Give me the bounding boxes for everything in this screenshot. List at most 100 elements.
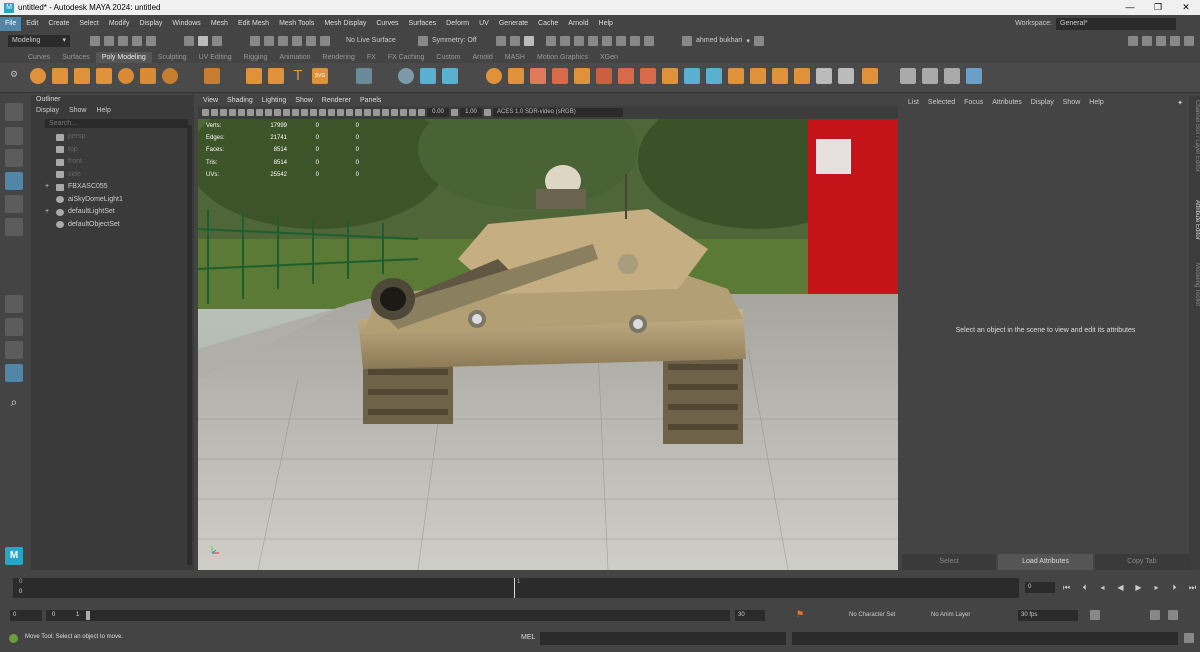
shelf-tab-curves[interactable]: Curves: [22, 52, 56, 63]
close-button[interactable]: ✕: [1172, 2, 1200, 13]
shadows-icon[interactable]: [337, 109, 344, 116]
anim-layer-dropdown[interactable]: No Anim Layer: [931, 612, 970, 618]
menu-arnold[interactable]: Arnold: [563, 17, 593, 31]
viewport-menu-view[interactable]: View: [203, 96, 218, 106]
menu-help[interactable]: Help: [594, 17, 618, 31]
bevel-icon[interactable]: [640, 68, 656, 84]
modeling-toolkit-icon[interactable]: [1142, 35, 1152, 46]
viewport-menu-renderer[interactable]: Renderer: [322, 96, 351, 106]
minimize-button[interactable]: —: [1116, 2, 1144, 13]
character-set-dropdown[interactable]: No Character Set: [849, 612, 895, 618]
target-weld-icon[interactable]: [684, 68, 700, 84]
field-chart-icon[interactable]: [274, 109, 281, 116]
smooth-shade-icon[interactable]: [310, 109, 317, 116]
textured-icon[interactable]: [319, 109, 326, 116]
soft-select-icon[interactable]: [966, 68, 982, 84]
gate-mask-icon[interactable]: [265, 109, 272, 116]
rotate-tool-icon[interactable]: [5, 195, 23, 213]
play-forward-icon[interactable]: ▶: [1134, 583, 1143, 592]
circularize-icon[interactable]: [838, 68, 854, 84]
outliner-menu-display[interactable]: Display: [36, 105, 59, 116]
menu-edit-mesh[interactable]: Edit Mesh: [233, 17, 274, 31]
multi-cut-icon[interactable]: [596, 68, 612, 84]
menu-file[interactable]: File: [0, 16, 22, 31]
attribute-editor-icon[interactable]: [1156, 35, 1166, 46]
render-setup-icon[interactable]: [602, 35, 612, 46]
arnold-render-icon[interactable]: [644, 35, 654, 46]
menu-surfaces[interactable]: Surfaces: [404, 17, 442, 31]
shelf-tab-rendering[interactable]: Rendering: [317, 52, 361, 63]
select-hierarchy-icon[interactable]: [184, 35, 194, 46]
command-input[interactable]: [540, 632, 786, 645]
connect-icon[interactable]: [706, 68, 722, 84]
ambient-occlusion-icon[interactable]: [346, 109, 353, 116]
sweep-mesh-icon[interactable]: [268, 68, 284, 84]
menu-windows[interactable]: Windows: [167, 17, 205, 31]
outliner-item-persp[interactable]: persp: [31, 131, 194, 144]
quad-draw-icon[interactable]: [862, 68, 878, 84]
backface-culling-icon[interactable]: [409, 109, 416, 116]
menu-set-dropdown[interactable]: Modeling ▾: [8, 34, 70, 47]
light-editor-icon[interactable]: [616, 35, 626, 46]
menu-cache[interactable]: Cache: [533, 17, 563, 31]
settings-gear-icon[interactable]: [753, 35, 764, 46]
outliner-item-fbxasc055[interactable]: + FBXASC055: [31, 181, 194, 194]
workspace-toolbar-icon[interactable]: [1128, 35, 1138, 46]
tab-attribute-editor[interactable]: Attribute Editor: [1190, 200, 1200, 240]
current-time-indicator[interactable]: [514, 578, 515, 598]
select-component-icon[interactable]: [212, 35, 222, 46]
menu-uv[interactable]: UV: [474, 17, 494, 31]
menu-mesh-display[interactable]: Mesh Display: [319, 17, 371, 31]
menu-generate[interactable]: Generate: [494, 17, 533, 31]
viewport-menu-lighting[interactable]: Lighting: [262, 96, 287, 106]
use-all-lights-icon[interactable]: [328, 109, 335, 116]
poly-cylinder-icon[interactable]: [74, 68, 90, 84]
gamma-field[interactable]: 1.00: [460, 108, 482, 117]
move-tool-icon[interactable]: [5, 172, 23, 190]
outliner-item-top[interactable]: top: [31, 144, 194, 157]
motion-blur-icon[interactable]: [355, 109, 362, 116]
search-icon[interactable]: ⌕: [5, 393, 23, 411]
shelf-tab-fx[interactable]: FX: [361, 52, 382, 63]
menu-curves[interactable]: Curves: [371, 17, 403, 31]
uv-editor-icon[interactable]: [922, 68, 938, 84]
select-button[interactable]: Select: [902, 554, 997, 570]
menu-create[interactable]: Create: [43, 17, 74, 31]
poly-cone-icon[interactable]: [96, 68, 112, 84]
image-plane-icon[interactable]: [229, 109, 236, 116]
append-polygon-icon[interactable]: [574, 68, 590, 84]
grid-icon[interactable]: [238, 109, 245, 116]
current-frame-field[interactable]: 0: [1025, 582, 1055, 593]
viewport-menu-show[interactable]: Show: [295, 96, 313, 106]
poly-cube-icon[interactable]: [52, 68, 68, 84]
wireframe-icon[interactable]: [301, 109, 308, 116]
tool-settings-icon[interactable]: [1170, 35, 1180, 46]
shelf-tab-rigging[interactable]: Rigging: [238, 52, 274, 63]
two-view-layout-icon[interactable]: [5, 341, 23, 359]
smooth-icon[interactable]: [420, 68, 436, 84]
load-attributes-button[interactable]: Load Attributes: [998, 554, 1093, 570]
animation-end-field[interactable]: 30: [735, 610, 765, 621]
depth-of-field-icon[interactable]: [373, 109, 380, 116]
expand-toggle[interactable]: +: [45, 181, 52, 194]
gamma-icon[interactable]: [451, 109, 458, 116]
snap-curve-icon[interactable]: [264, 35, 274, 46]
user-dropdown-icon[interactable]: ▾: [746, 37, 750, 45]
snap-point-icon[interactable]: [278, 35, 288, 46]
poly-plane-icon[interactable]: [140, 68, 156, 84]
menu-edit[interactable]: Edit: [21, 17, 43, 31]
maya-home-icon[interactable]: M: [5, 547, 23, 565]
outliner-menu-help[interactable]: Help: [96, 105, 110, 116]
shelf-tab-uv-editing[interactable]: UV Editing: [193, 52, 238, 63]
outliner-item-front[interactable]: front: [31, 156, 194, 169]
workspace-dropdown[interactable]: General*: [1056, 17, 1176, 30]
scale-tool-icon[interactable]: [5, 218, 23, 236]
wedge-icon[interactable]: [816, 68, 832, 84]
select-tool-icon[interactable]: [5, 103, 23, 121]
xray-joints-icon[interactable]: [400, 109, 407, 116]
sculpt-icon[interactable]: [900, 68, 916, 84]
paint-weights-icon[interactable]: [944, 68, 960, 84]
select-object-icon[interactable]: [198, 35, 208, 46]
color-management-icon[interactable]: [484, 109, 491, 116]
camera-select-icon[interactable]: [202, 109, 209, 116]
